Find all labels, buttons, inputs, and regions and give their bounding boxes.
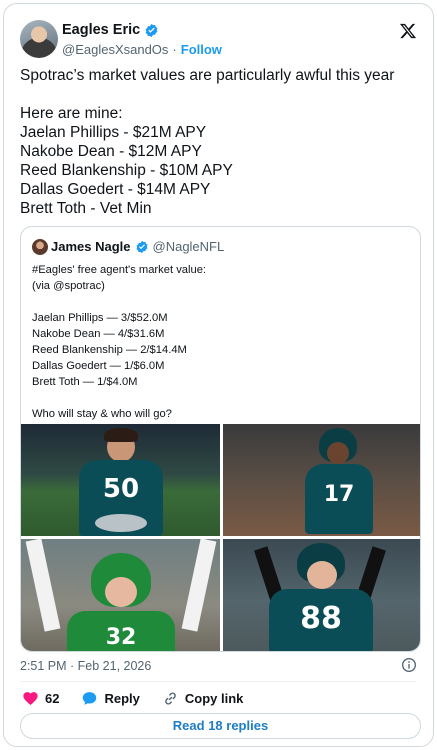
quoted-tweet[interactable]: James Nagle @NagleNFL #Eagles' free agen…	[20, 226, 421, 652]
quoted-line: Dallas Goedert — 1/$6.0M	[32, 360, 165, 372]
heart-icon	[23, 692, 38, 706]
tweet-line: Nakobe Dean - $12M APY	[20, 143, 202, 160]
quoted-author-row: James Nagle @NagleNFL	[51, 239, 224, 254]
photo-player-50[interactable]: 50	[21, 424, 220, 536]
quoted-display-name[interactable]: James Nagle	[51, 239, 131, 254]
player-head	[307, 561, 337, 589]
quoted-line: Brett Toth — 1/$4.0M	[32, 376, 138, 388]
quoted-line	[32, 294, 206, 310]
copy-link-label: Copy link	[184, 691, 244, 706]
author-avatar[interactable]	[20, 20, 58, 58]
follow-button[interactable]: Follow	[181, 42, 222, 57]
tweet-line: Jaelan Phillips - $21M APY	[20, 124, 207, 141]
tweet-line: Reed Blankenship - $10M APY	[20, 162, 233, 179]
jersey-number: 17	[323, 482, 355, 507]
player-jersey: 32	[67, 611, 175, 651]
reply-bubble-icon	[83, 692, 97, 705]
photo-player-88[interactable]: 88	[223, 539, 420, 651]
quoted-line: Nakobe Dean — 4/$31.6M	[32, 328, 165, 340]
author-display-name[interactable]: Eagles Eric	[62, 22, 140, 38]
player-head	[327, 442, 349, 464]
quoted-line: (via @spotrac)	[32, 280, 105, 292]
author-name-row: Eagles Eric	[62, 22, 159, 38]
tweet-line: Dallas Goedert - $14M APY	[20, 181, 211, 198]
author-handle[interactable]: @EaglesXsandOs	[62, 42, 168, 57]
x-logo-icon[interactable]	[399, 22, 417, 40]
quoted-line: Jaelan Phillips — 3/$52.0M	[32, 312, 168, 324]
quoted-author-avatar[interactable]	[32, 239, 48, 255]
copy-link-button[interactable]: Copy link	[162, 690, 244, 707]
tweet-card: Eagles Eric @EaglesXsandOs · Follow Spot…	[3, 3, 434, 747]
verified-badge-icon	[135, 240, 149, 254]
jersey-number: 88	[300, 601, 342, 636]
photo-player-17[interactable]: 17	[223, 424, 420, 536]
quoted-text: #Eagles' free agent's market value: (via…	[32, 262, 206, 422]
jersey-number: 32	[105, 625, 137, 650]
reply-button[interactable]: Reply	[81, 690, 140, 707]
quoted-line: #Eagles' free agent's market value:	[32, 264, 207, 276]
photo-player-32[interactable]: 32	[21, 539, 220, 651]
footer-divider	[20, 681, 417, 682]
tweet-line: Here are mine:	[20, 105, 123, 122]
quoted-line: Reed Blankenship — 2/$14.4M	[32, 344, 187, 356]
player-arm	[181, 539, 217, 632]
trophy-icon	[95, 514, 147, 532]
player-hair	[104, 428, 138, 442]
quoted-line: Who will stay & who will go?	[32, 408, 172, 420]
action-bar: 62 Reply Copy link	[22, 690, 265, 707]
tweet-timestamp[interactable]: 2:51 PM · Feb 21, 2026	[20, 659, 151, 673]
handle-separator: ·	[172, 42, 177, 57]
tweet-text: Spotrac’s market values are particularly…	[20, 66, 420, 218]
read-replies-button[interactable]: Read 18 replies	[20, 713, 421, 739]
author-handle-row: @EaglesXsandOs · Follow	[62, 42, 222, 57]
player-head	[105, 577, 137, 607]
reply-label: Reply	[104, 691, 140, 706]
photo-grid: 50 17 32 88	[21, 424, 420, 651]
quoted-handle[interactable]: @NagleNFL	[153, 239, 225, 254]
like-count: 62	[45, 691, 60, 706]
player-arm	[25, 539, 61, 632]
quoted-line	[32, 390, 206, 406]
jersey-number: 50	[102, 474, 140, 504]
info-icon[interactable]	[401, 657, 417, 673]
link-icon	[165, 692, 176, 705]
tweet-line: Brett Toth - Vet Min	[20, 200, 152, 217]
player-jersey: 88	[269, 589, 373, 651]
player-jersey: 17	[305, 464, 373, 534]
like-button[interactable]: 62	[22, 690, 59, 707]
verified-badge-icon	[144, 23, 159, 38]
tweet-line: Spotrac’s market values are particularly…	[20, 67, 395, 84]
